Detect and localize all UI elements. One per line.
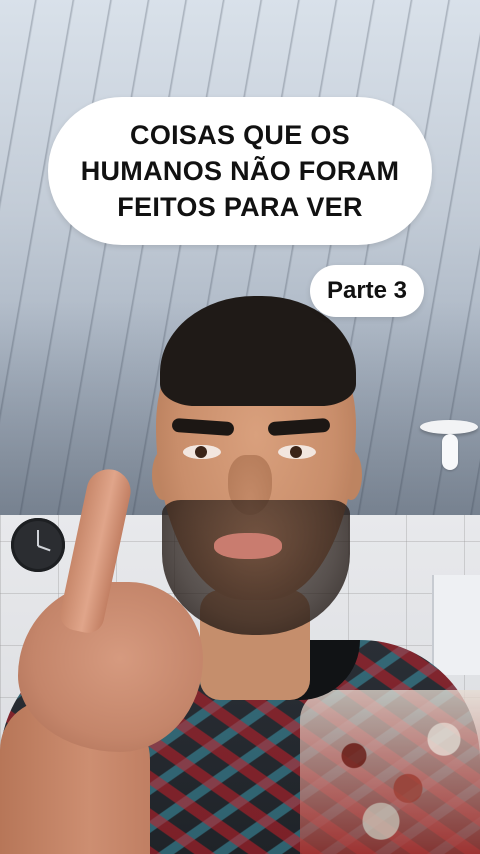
title-line-1: COISAS QUE OS xyxy=(130,120,350,150)
title-line-3: FEITOS PARA VER xyxy=(117,192,363,222)
lips xyxy=(214,533,282,559)
part-badge: Parte 3 xyxy=(310,265,424,317)
title-bubble: COISAS QUE OS HUMANOS NÃO FORAM FEITOS P… xyxy=(48,97,432,245)
shirt-print xyxy=(300,690,480,854)
part-label: Parte 3 xyxy=(326,277,408,304)
video-frame: COISAS QUE OS HUMANOS NÃO FORAM FEITOS P… xyxy=(0,0,480,854)
left-eye xyxy=(183,445,221,459)
hand xyxy=(18,582,203,752)
title-text: COISAS QUE OS HUMANOS NÃO FORAM FEITOS P… xyxy=(81,117,400,225)
right-eye xyxy=(278,445,316,459)
title-line-2: HUMANOS NÃO FORAM xyxy=(80,156,400,186)
